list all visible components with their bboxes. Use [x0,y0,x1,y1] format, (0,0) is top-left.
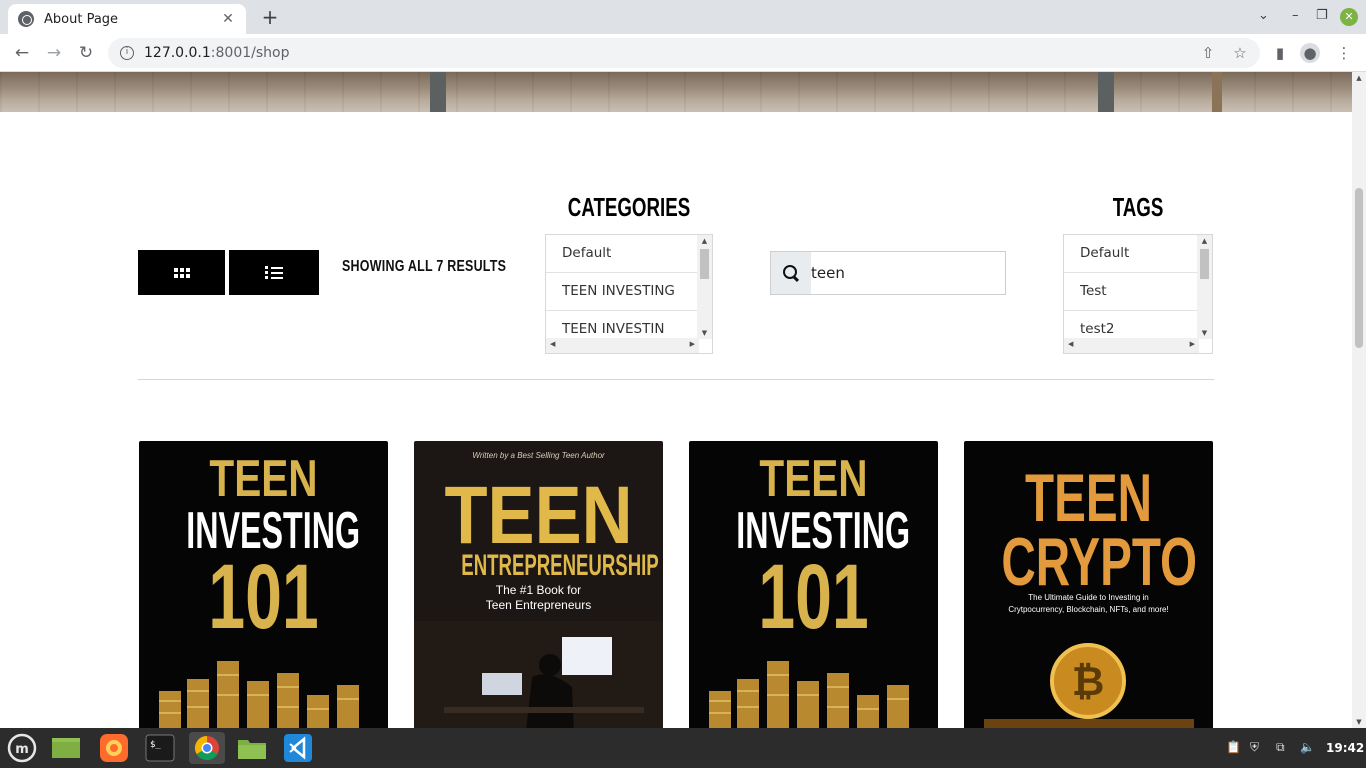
share-icon[interactable]: ⇧ [1198,43,1218,63]
search-input[interactable] [811,252,1005,294]
url-path: :8001/shop [210,45,290,61]
tags-heading: TAGS [1112,192,1164,222]
product-card-teen-investing[interactable]: TEEN INVESTING 101 [139,441,388,728]
side-panel-icon[interactable]: ▮ [1270,43,1290,63]
browser-tab[interactable]: About Page ✕ [8,4,246,34]
svg-text:m: m [15,742,29,757]
tag-option[interactable]: Default [1064,235,1198,273]
tab-title: About Page [44,11,119,27]
gold-coins-image [709,661,909,728]
list-icon [265,264,283,281]
network-icon[interactable]: ⧉ [1276,740,1285,755]
categories-heading: CATEGORIES [567,192,691,222]
page-content: SHOWING ALL 7 RESULTS CATEGORIES Default… [0,72,1352,728]
show-desktop-icon[interactable] [50,732,82,764]
address-bar[interactable]: i 127.0.0.1:8001/shop [108,38,1260,68]
terminal-icon[interactable]: $_ [144,732,176,764]
gold-coins-image [159,661,359,728]
cover-title-line3: 101 [208,546,319,648]
browser-toolbar: ← → ↻ i 127.0.0.1:8001/shop ⇧ ☆ ▮ ● ⋮ [0,34,1366,72]
cover-subtitle-line2: Teen Entrepreneurs [485,598,592,612]
tab-search-icon[interactable]: ⌄ [1258,8,1269,23]
globe-icon [18,11,34,27]
category-option[interactable]: Default [546,235,698,273]
bitcoin-coin-image: ₿ [984,643,1194,728]
entrepreneur-desk-image [414,621,663,728]
tags-list[interactable]: Default Test test2 ▲ ▼ ◀ ▶ [1063,234,1213,354]
hero-banner-image [0,72,1352,112]
svg-text:$_: $_ [150,740,161,750]
cover-title-line1: TEEN [759,450,868,508]
new-tab-button[interactable]: + [258,6,282,30]
bookmark-star-icon[interactable]: ☆ [1230,43,1250,63]
categories-scrollbar[interactable]: ▲ ▼ [697,235,712,339]
list-view-button[interactable] [229,250,319,295]
profile-avatar-icon[interactable]: ● [1300,43,1320,63]
search-icon[interactable] [771,252,811,294]
reload-icon[interactable]: ↻ [74,41,98,65]
clock[interactable]: 19:42 [1326,741,1364,755]
firefox-icon[interactable] [98,732,130,764]
cover-subtitle-line2: Crytpocurrency, Blockchain, NFTs, and mo… [1008,605,1169,614]
cover-subtitle-line1: The #1 Book for [495,583,582,597]
cover-title-line3: 101 [758,546,869,648]
category-option[interactable]: TEEN INVESTING [546,273,698,311]
shield-icon[interactable]: ⛨ [1250,740,1259,755]
url-host: 127.0.0.1 [144,45,211,61]
cover-title-line1: TEEN [209,450,318,508]
svg-text:₿: ₿ [1072,660,1105,704]
page-scrollbar[interactable]: ▲ ▼ [1352,72,1366,728]
cover-title-line2: CRYPTO [1001,524,1198,600]
scrollbar-thumb[interactable] [1355,188,1363,348]
restore-icon[interactable]: ❐ [1316,8,1328,23]
cover-title-line2: ENTREPRENEURSHIP [461,549,659,582]
product-card-teen-entrepreneurship[interactable]: Written by a Best Selling Teen Author TE… [414,441,663,728]
product-card-teen-crypto[interactable]: TEEN CRYPTO The Ultimate Guide to Invest… [964,441,1213,728]
files-icon[interactable] [236,732,268,764]
grid-icon [173,267,190,278]
tag-option[interactable]: Test [1064,273,1198,311]
menu-dots-icon[interactable]: ⋮ [1334,43,1354,63]
grid-view-button[interactable] [138,250,225,295]
cover-subtitle-line1: The Ultimate Guide to Investing in [1028,593,1149,602]
browser-tab-bar: About Page ✕ + ⌄ – ❐ ✕ [0,0,1366,34]
minimize-icon[interactable]: – [1292,8,1299,23]
site-info-icon[interactable]: i [120,46,134,60]
categories-list[interactable]: Default TEEN INVESTING TEEN INVESTIN ▲ ▼… [545,234,713,354]
divider [138,379,1214,380]
vscode-icon[interactable] [282,732,314,764]
back-icon[interactable]: ← [10,41,34,65]
cover-byline: Written by a Best Selling Teen Author [472,451,605,460]
search-box [770,251,1006,295]
mint-menu-icon[interactable]: m [4,732,40,764]
taskbar: m $_ 📋 ⛨ ⧉ 🔈 19:42 [0,728,1366,768]
product-card-teen-investing[interactable]: TEEN INVESTING 101 [689,441,938,728]
close-tab-icon[interactable]: ✕ [220,11,236,27]
window-close-icon[interactable]: ✕ [1340,8,1358,26]
results-count: SHOWING ALL 7 RESULTS [342,258,507,275]
clipboard-icon[interactable]: 📋 [1226,740,1241,754]
forward-icon[interactable]: → [42,41,66,65]
tags-horizontal-scrollbar[interactable]: ◀ ▶ [1064,338,1199,353]
categories-horizontal-scrollbar[interactable]: ◀ ▶ [546,338,699,353]
tags-scrollbar[interactable]: ▲ ▼ [1197,235,1212,339]
chrome-icon[interactable] [189,732,225,764]
volume-icon[interactable]: 🔈 [1300,740,1315,754]
